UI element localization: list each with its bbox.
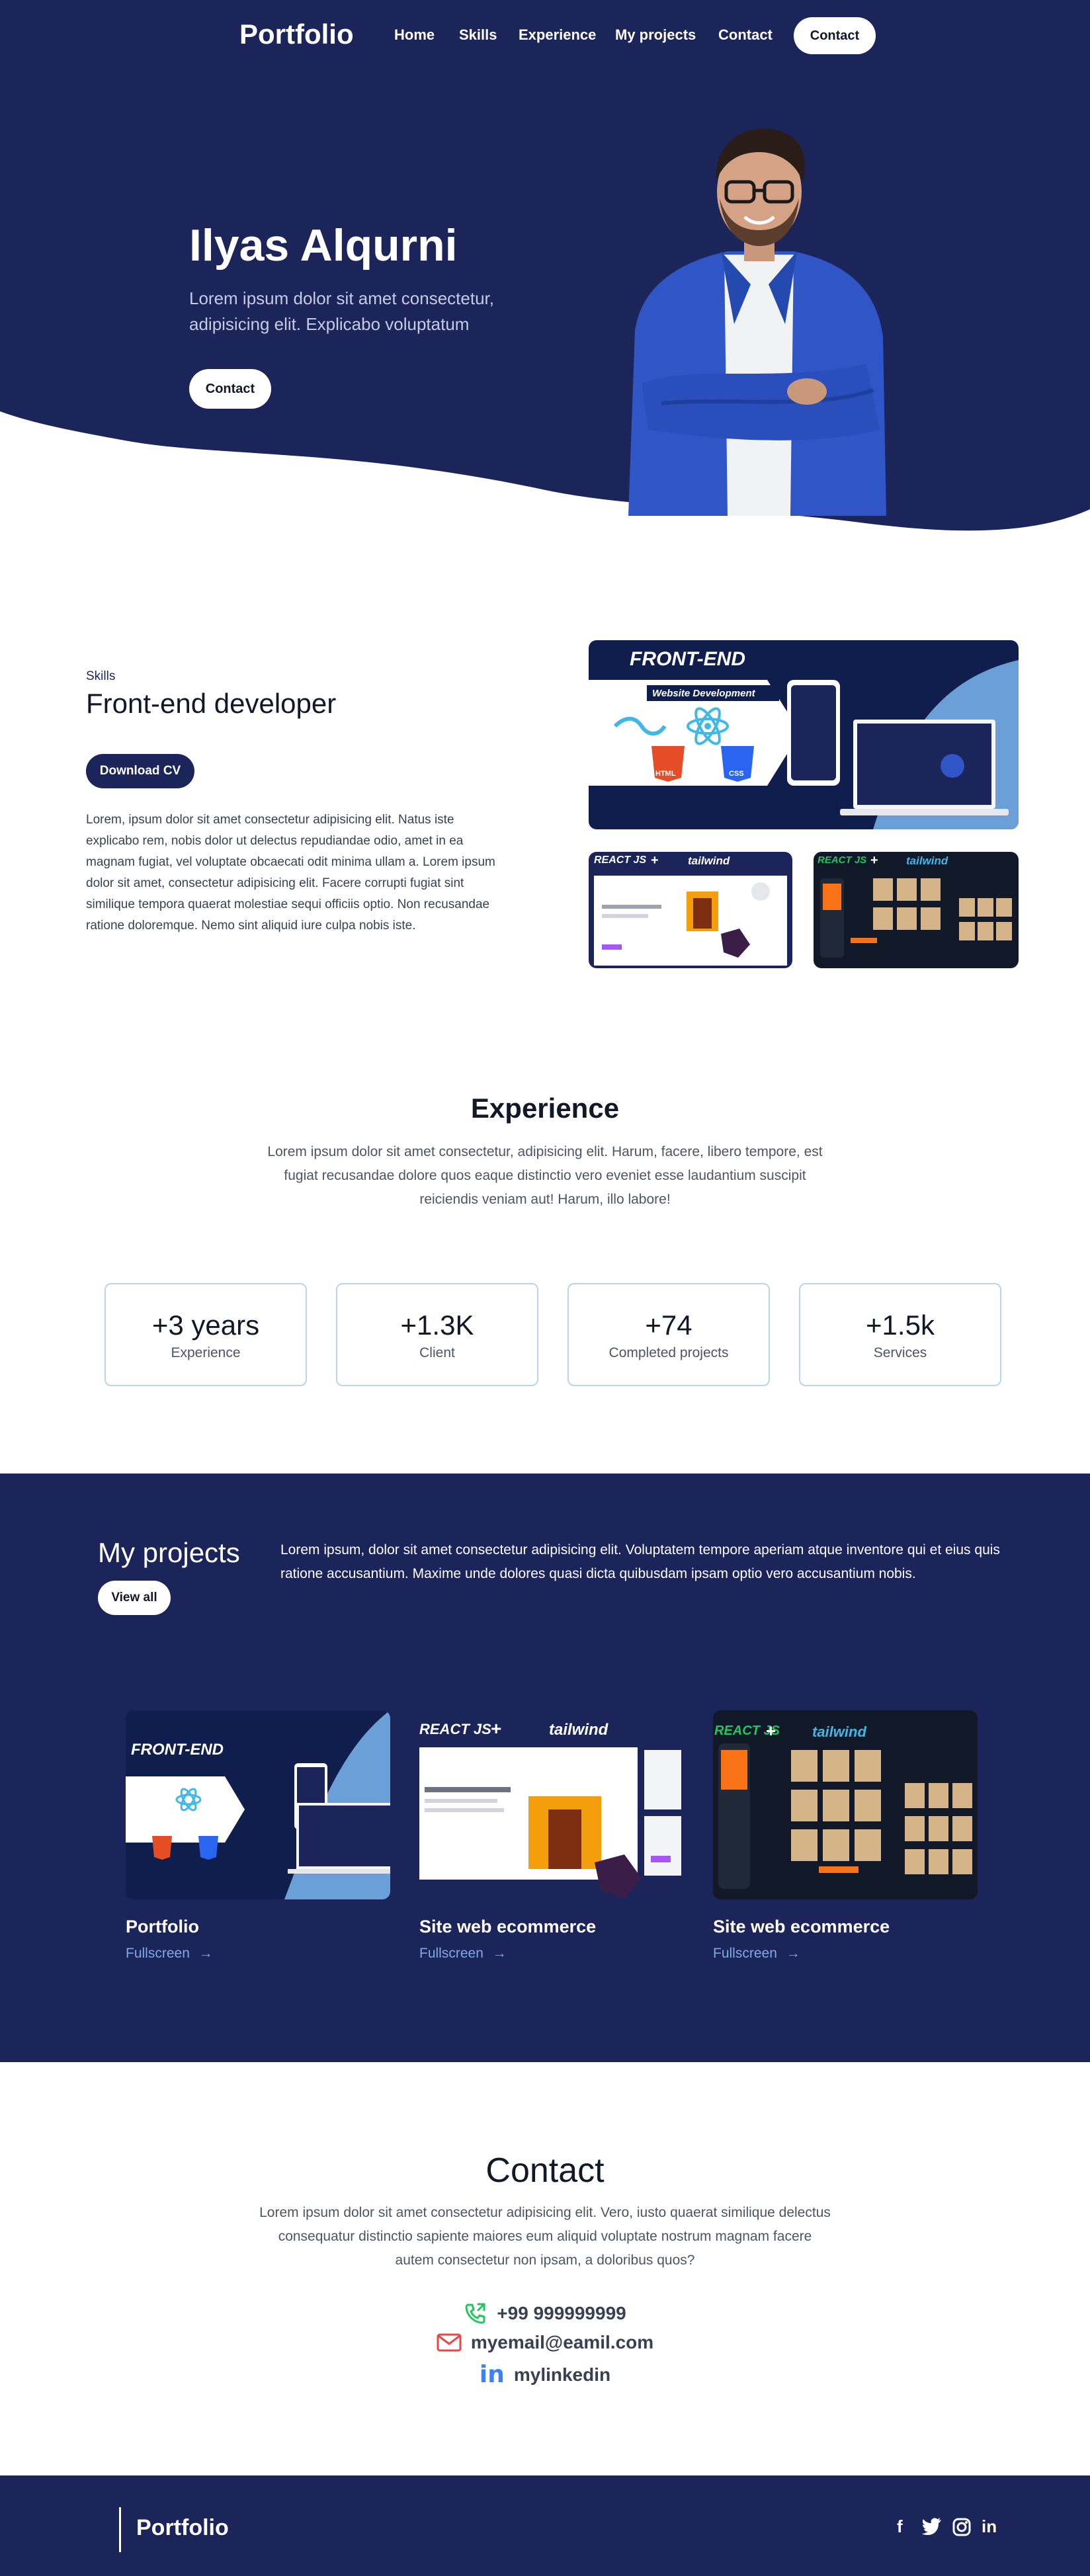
experience-description: Lorem ipsum dolor sit amet consectetur, … [267, 1144, 823, 1207]
contact-phone: +99 999999999 [497, 2303, 626, 2323]
contact-linkedin-row[interactable]: in mylinkedin [0, 2361, 1090, 2388]
footer: Portfolio f in [0, 2475, 1090, 2576]
hero-name: Ilyas Alqurni [189, 220, 458, 270]
html-label: HTML [655, 770, 676, 778]
project-plus-label: + [491, 1718, 502, 1739]
nav-link-home[interactable]: Home [394, 26, 435, 44]
hero-contact-button[interactable]: Contact [189, 369, 271, 409]
footer-logo[interactable]: Portfolio [136, 2515, 229, 2541]
stat-card: +1.3K Client [336, 1283, 538, 1386]
project-image-ecommerce-2[interactable]: REACT JS + tailwind [713, 1710, 978, 1899]
nav-link-skills[interactable]: Skills [459, 26, 497, 44]
stat-card: +3 years Experience [105, 1283, 307, 1386]
hero-background [0, 0, 1090, 531]
contact-email: myemail@eamil.com [470, 2332, 654, 2352]
project-plus-label-2: + [766, 1721, 776, 1741]
nav-contact-button[interactable]: Contact [794, 17, 876, 54]
stat-value: +1.3K [400, 1309, 474, 1341]
project-react-label: REACT JS [419, 1721, 491, 1737]
project-image-title: FRONT-END [131, 1741, 224, 1759]
nav-link-experience[interactable]: Experience [519, 26, 596, 44]
mail-icon [437, 2333, 462, 2352]
stat-label: Client [419, 1345, 455, 1360]
arrow-right-icon: → [492, 1946, 507, 1961]
tailwind-label: tailwind [688, 854, 730, 867]
stat-value: +74 [645, 1309, 692, 1341]
plus-label-2: + [870, 853, 878, 868]
project-image-portfolio[interactable]: FRONT-END [126, 1710, 390, 1899]
stat-value: +1.5k [866, 1309, 935, 1341]
twitter-icon[interactable] [922, 2518, 942, 2535]
hero-portrait [628, 128, 886, 516]
skills-title: Front-end developer [86, 688, 337, 719]
fullscreen-label: Fullscreen [713, 1946, 777, 1961]
react-label-2: REACT JS [818, 854, 867, 866]
skills-tag: Skills [86, 669, 116, 683]
arrow-right-icon: → [198, 1946, 213, 1961]
skills-thumb-ecommerce: REACT JS + tailwind [814, 852, 1019, 968]
projects-title: My projects [98, 1537, 240, 1568]
project-name: Portfolio [126, 1917, 199, 1936]
skills-thumb-react-tailwind: REACT JS + tailwind [589, 852, 792, 968]
banner-subtitle: Website Development [652, 688, 755, 699]
tailwind-label-2: tailwind [906, 854, 948, 867]
arrow-right-icon: → [786, 1946, 800, 1961]
plus-label: + [651, 853, 659, 868]
download-cv-button[interactable]: Download CV [86, 754, 194, 788]
nav-link-projects[interactable]: My projects [615, 26, 696, 44]
project-fullscreen-link[interactable]: Fullscreen → [419, 1946, 507, 1962]
nav-logo[interactable]: Portfolio [239, 19, 354, 50]
project-fullscreen-link[interactable]: Fullscreen → [126, 1946, 213, 1962]
stat-card: +1.5k Services [799, 1283, 1001, 1386]
projects-description: Lorem ipsum, dolor sit amet consectetur … [280, 1542, 1000, 1581]
fullscreen-label: Fullscreen [419, 1946, 483, 1961]
stat-label: Services [873, 1345, 927, 1360]
hero-section: Portfolio Home Skills Experience My proj… [0, 0, 1090, 542]
footer-divider [119, 2507, 121, 2552]
project-tailwind-label: tailwind [549, 1721, 608, 1739]
projects-section: My projects View all Lorem ipsum, dolor … [0, 1474, 1090, 2062]
contact-description: Lorem ipsum dolor sit amet consectetur a… [259, 2205, 831, 2268]
project-fullscreen-link[interactable]: Fullscreen → [713, 1946, 800, 1962]
hero-subtitle: Lorem ipsum dolor sit amet consectetur, … [189, 288, 494, 334]
linkedin-icon: in [479, 2361, 505, 2388]
contact-linkedin: mylinkedin [513, 2364, 611, 2385]
stat-label: Experience [171, 1345, 241, 1360]
facebook-icon[interactable]: f [897, 2516, 903, 2537]
contact-email-row[interactable]: myemail@eamil.com [0, 2332, 1090, 2353]
view-all-button[interactable]: View all [98, 1581, 171, 1615]
nav-link-contact[interactable]: Contact [718, 26, 773, 44]
project-name: Site web ecommerce [419, 1917, 597, 1936]
experience-title: Experience [470, 1093, 620, 1124]
project-tailwind-label-2: tailwind [812, 1724, 866, 1740]
skills-description: Lorem, ipsum dolor sit amet consectetur … [86, 813, 495, 933]
css-label: CSS [729, 770, 744, 778]
fullscreen-label: Fullscreen [126, 1946, 190, 1961]
project-image-ecommerce-1[interactable]: REACT JS + tailwind [419, 1710, 684, 1899]
contact-phone-row[interactable]: +99 999999999 [0, 2302, 1090, 2325]
skills-banner-image: FRONT-END Website Development HTML CSS [589, 640, 1019, 829]
contact-title: Contact [485, 2151, 605, 2190]
phone-icon [465, 2303, 485, 2324]
banner-title: FRONT-END [630, 648, 745, 670]
instagram-icon[interactable] [952, 2518, 971, 2536]
react-label: REACT JS [594, 854, 647, 866]
stat-label: Completed projects [608, 1345, 729, 1360]
stat-value: +3 years [151, 1309, 260, 1341]
project-name: Site web ecommerce [713, 1917, 890, 1936]
stat-card: +74 Completed projects [567, 1283, 770, 1386]
linkedin-icon[interactable]: in [982, 2516, 997, 2537]
